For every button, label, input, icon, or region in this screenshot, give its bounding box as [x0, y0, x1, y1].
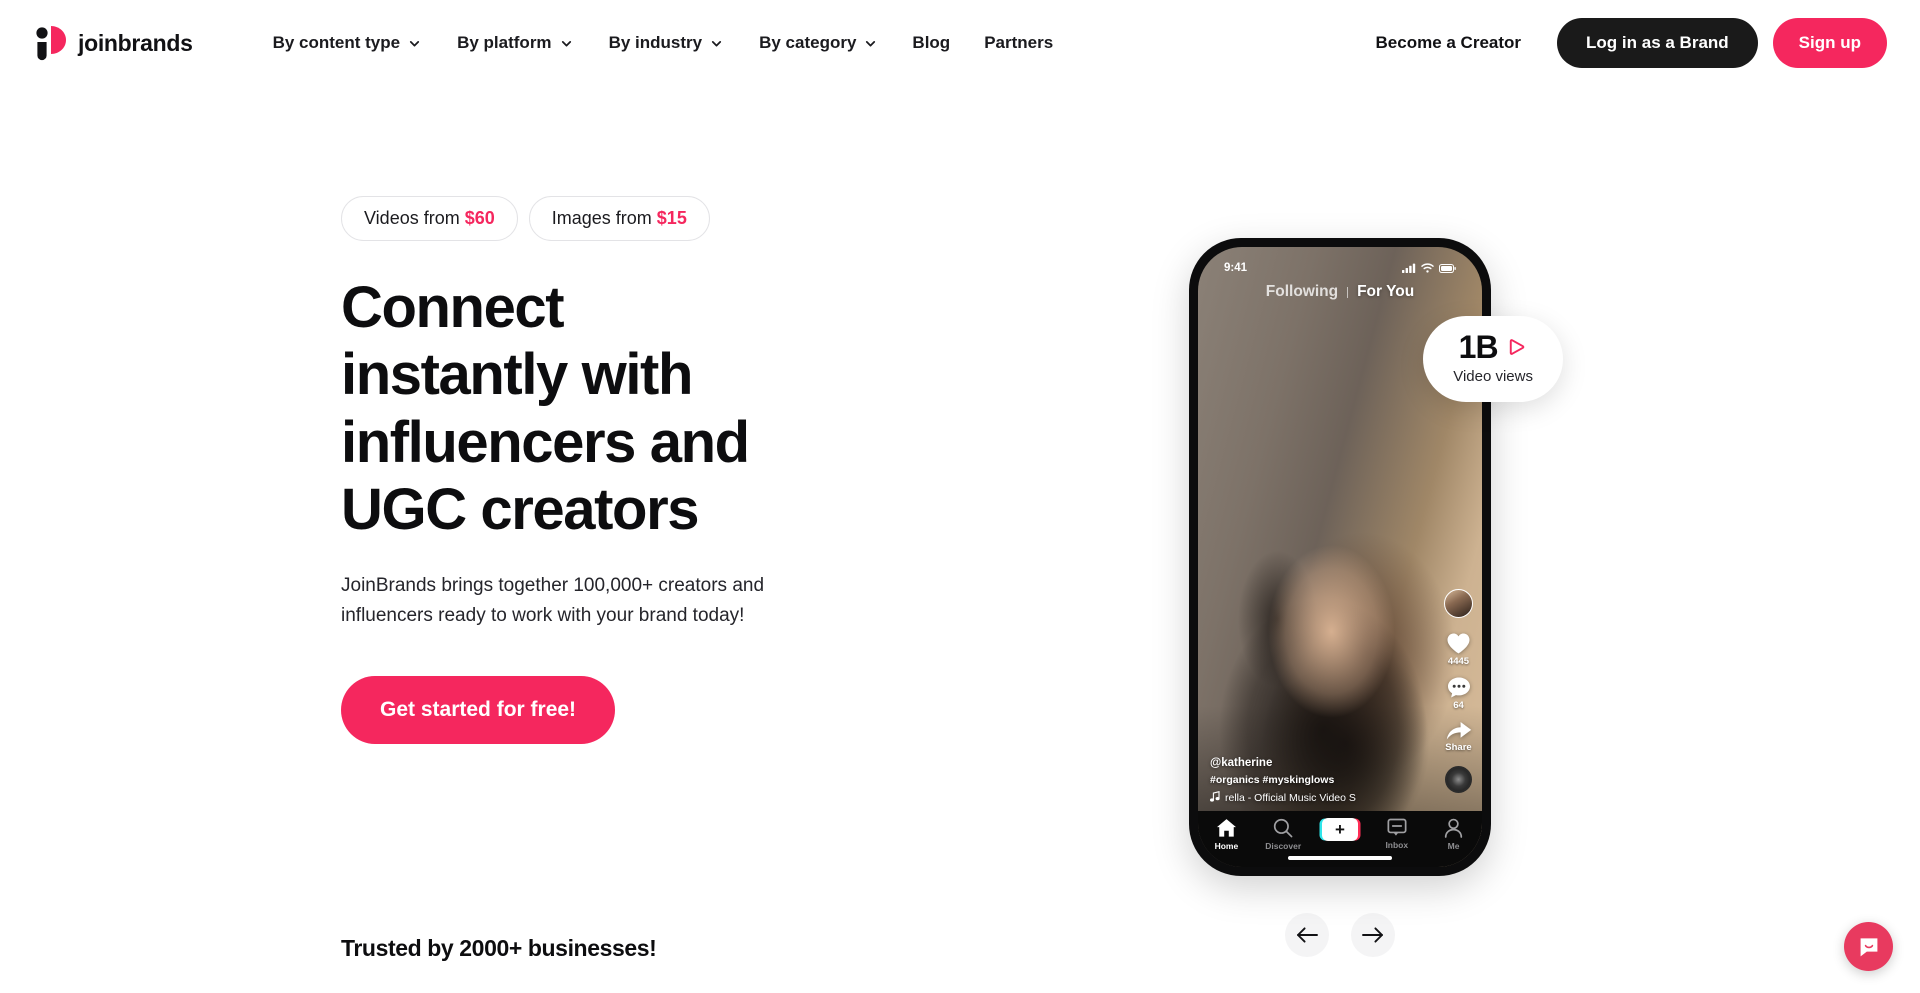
comment-count: 64 — [1453, 700, 1464, 711]
pill-price: $60 — [464, 208, 495, 228]
plus-icon[interactable] — [1321, 818, 1358, 841]
nav-item-by-platform[interactable]: By platform — [439, 25, 590, 61]
brand-name: joinbrands — [78, 29, 193, 56]
nav-item-by-industry[interactable]: By industry — [591, 25, 742, 61]
music-title: rella - Official Music Video S — [1225, 792, 1356, 804]
pricing-pills: Videos from $60 Images from $15 — [341, 196, 793, 241]
main-nav: By content type By platform By industry … — [255, 25, 1071, 61]
feed-tab-following[interactable]: Following — [1266, 283, 1338, 301]
nav-item-by-category[interactable]: By category — [741, 25, 895, 61]
tab-label-home: Home — [1214, 841, 1239, 851]
play-triangle-icon — [1506, 336, 1528, 358]
video-caption: @katherine #organics #myskinglows rella — [1210, 757, 1356, 805]
tab-label-inbox: Inbox — [1385, 840, 1409, 850]
pill-text: Images from — [551, 208, 657, 228]
creator-avatar[interactable] — [1444, 589, 1473, 618]
wifi-icon — [1421, 263, 1434, 273]
share-label: Share — [1445, 742, 1472, 753]
search-icon — [1273, 818, 1293, 838]
nav-item-blog[interactable]: Blog — [895, 25, 967, 61]
become-a-creator-link[interactable]: Become a Creator — [1362, 25, 1536, 61]
hero-section: Videos from $60 Images from $15 Connect … — [0, 86, 1920, 957]
trusted-by-heading: Trusted by 2000+ businesses! — [341, 935, 657, 961]
video-action-rail: 4445 64 Share — [1444, 589, 1473, 793]
views-value: 1B — [1458, 329, 1499, 365]
share-arrow-icon — [1446, 720, 1472, 741]
pill-images-price[interactable]: Images from $15 — [528, 196, 710, 241]
nav-label: By platform — [457, 33, 552, 52]
pill-text: Videos from — [364, 208, 465, 228]
tab-inbox[interactable]: Inbox — [1372, 818, 1422, 850]
hero-subheadline: JoinBrands brings together 100,000+ crea… — [341, 575, 765, 626]
heart-icon — [1446, 632, 1471, 655]
carousel-next-button[interactable] — [1351, 913, 1395, 957]
hero-headline: Connect instantly with influencers and U… — [341, 275, 750, 542]
music-disc-icon[interactable] — [1445, 766, 1472, 793]
home-indicator — [1288, 856, 1392, 860]
hero-media: 9:41 Following For You 4445 64 Share @ka… — [793, 86, 1887, 957]
battery-icon — [1439, 263, 1456, 273]
pill-videos-price[interactable]: Videos from $60 — [341, 196, 518, 241]
tab-create[interactable] — [1315, 818, 1365, 841]
share-button[interactable]: Share — [1445, 720, 1472, 753]
pill-price: $15 — [656, 208, 687, 228]
site-header: joinbrands By content type By platform B… — [0, 0, 1920, 86]
carousel-controls — [1285, 913, 1395, 957]
feed-tab-separator — [1347, 286, 1349, 298]
status-time: 9:41 — [1224, 262, 1248, 274]
login-as-brand-button[interactable]: Log in as a Brand — [1557, 18, 1758, 68]
chevron-down-icon — [560, 37, 573, 50]
home-icon — [1216, 818, 1237, 838]
inbox-icon — [1387, 818, 1407, 837]
caption-music[interactable]: rella - Official Music Video S — [1210, 790, 1356, 805]
nav-label: By content type — [272, 33, 401, 52]
hero-copy: Videos from $60 Images from $15 Connect … — [33, 86, 793, 957]
arrow-left-icon — [1296, 926, 1318, 944]
feed-tabs: Following For You — [1198, 283, 1482, 301]
chevron-down-icon — [864, 37, 877, 50]
cellular-signal-icon — [1402, 263, 1416, 273]
chat-widget-button[interactable] — [1844, 922, 1893, 971]
video-views-badge: 1B Video views — [1423, 316, 1563, 402]
tab-me[interactable]: Me — [1429, 818, 1479, 851]
views-number-row: 1B — [1453, 331, 1533, 363]
comment-button[interactable]: 64 — [1447, 676, 1471, 711]
phone-mockup-wrapper: 9:41 Following For You 4445 64 Share @ka… — [1189, 238, 1563, 876]
comment-bubble-icon — [1447, 676, 1471, 699]
tab-discover[interactable]: Discover — [1258, 818, 1308, 851]
nav-label: Blog — [912, 33, 951, 52]
carousel-prev-button[interactable] — [1285, 913, 1329, 957]
tab-home[interactable]: Home — [1201, 818, 1251, 851]
caption-username[interactable]: @katherine — [1210, 757, 1356, 769]
nav-item-partners[interactable]: Partners — [967, 25, 1070, 61]
nav-item-by-content-type[interactable]: By content type — [255, 25, 440, 61]
brand-logo[interactable]: joinbrands — [33, 23, 193, 63]
nav-label: By industry — [608, 33, 703, 52]
tab-label-discover: Discover — [1265, 841, 1302, 851]
joinbrands-logo-icon — [33, 23, 67, 63]
header-actions: Become a Creator Log in as a Brand Sign … — [1362, 18, 1887, 68]
phone-status-bar: 9:41 — [1198, 247, 1482, 281]
like-count: 4445 — [1447, 656, 1470, 667]
music-note-icon — [1210, 790, 1220, 805]
caption-hashtags[interactable]: #organics #myskinglows — [1210, 774, 1356, 786]
person-icon — [1444, 818, 1463, 838]
signup-button[interactable]: Sign up — [1772, 18, 1887, 68]
feed-tab-for-you[interactable]: For You — [1357, 283, 1414, 301]
chevron-down-icon — [710, 37, 723, 50]
status-icons — [1402, 263, 1456, 273]
arrow-right-icon — [1362, 926, 1384, 944]
views-label: Video views — [1453, 368, 1533, 385]
nav-label: Partners — [984, 33, 1054, 52]
tab-label-me: Me — [1447, 841, 1460, 851]
get-started-button[interactable]: Get started for free! — [341, 675, 616, 744]
chat-bubble-smile-icon — [1857, 935, 1881, 959]
chevron-down-icon — [408, 37, 421, 50]
like-button[interactable]: 4445 — [1446, 632, 1471, 667]
nav-label: By category — [759, 33, 857, 52]
